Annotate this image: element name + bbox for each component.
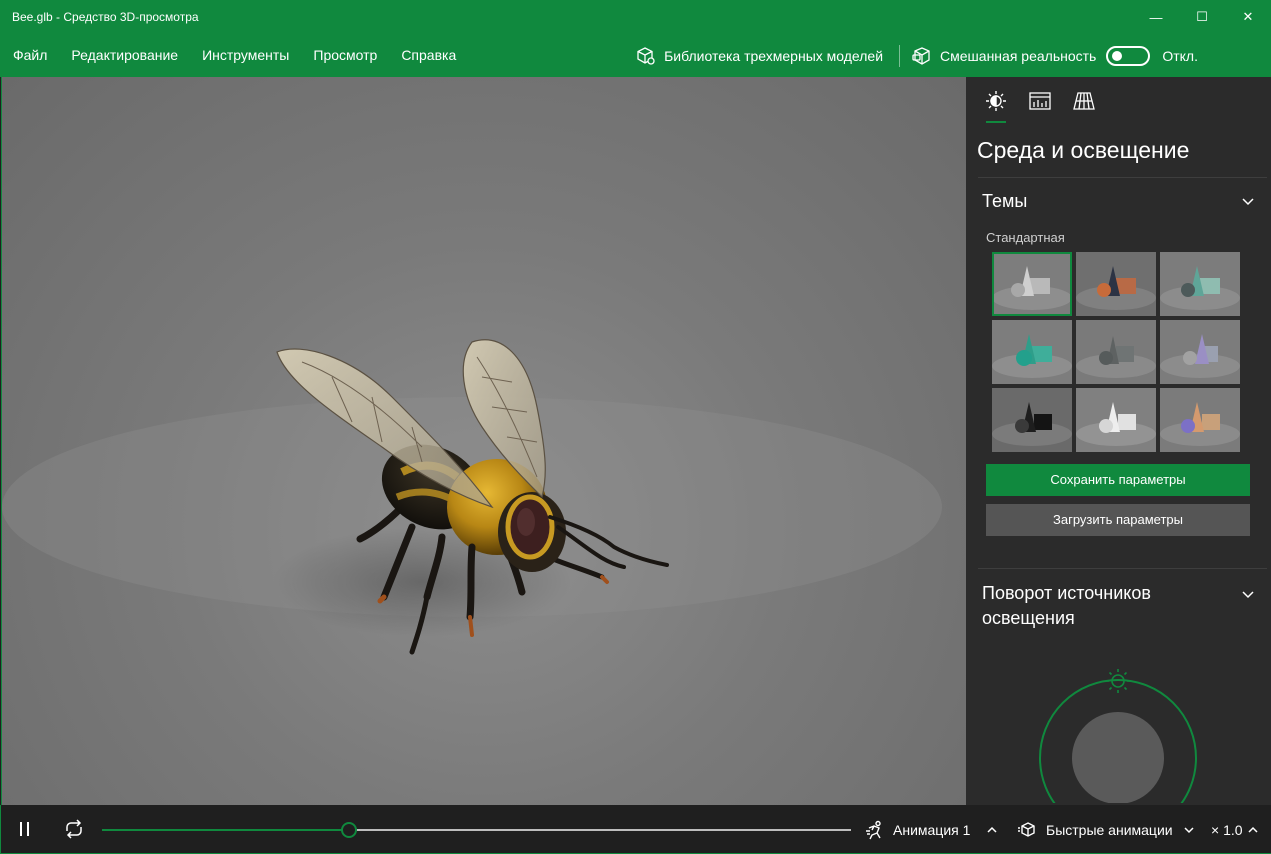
chevron-down-icon[interactable] [1183, 825, 1195, 835]
theme-tile[interactable] [992, 252, 1072, 316]
theme-preview [1160, 320, 1240, 384]
minimize-button[interactable]: — [1133, 0, 1179, 34]
toggle-state-label: Откл. [1162, 47, 1198, 64]
theme-tile[interactable] [1076, 388, 1156, 452]
bee-model [2, 339, 942, 655]
theme-tile[interactable] [1076, 320, 1156, 384]
panel-tabs [966, 77, 1271, 125]
animation-name: Анимация 1 [893, 821, 971, 838]
menu-bar: Файл Редактирование Инструменты Просмотр… [0, 34, 1271, 77]
model-viewport[interactable] [1, 77, 966, 805]
mixed-reality-group: Смешанная реальность Откл. [912, 45, 1271, 66]
slider-thumb[interactable] [341, 822, 358, 838]
light-rotation-label: Поворот источников освещения [982, 583, 1151, 628]
theme-preview [992, 388, 1072, 452]
animation-bar: Анимация 1 Быстрые анимации × 1.0 [0, 805, 1271, 854]
environment-panel: Среда и освещение Темы Стандартная Сохра… [966, 77, 1271, 805]
animation-select[interactable]: Анимация 1 [865, 805, 1006, 854]
speed-select[interactable]: × 1.0 [1211, 805, 1267, 854]
loop-icon [66, 819, 82, 839]
theme-preview [1076, 252, 1156, 316]
theme-preview [992, 320, 1072, 384]
theme-tile[interactable] [992, 320, 1072, 384]
theme-preview [1160, 252, 1240, 316]
maximize-icon: ☐ [1196, 9, 1208, 24]
themes-subheader: Стандартная [986, 230, 1065, 245]
stats-chart-icon [1029, 92, 1051, 110]
themes-header[interactable]: Темы [966, 178, 1271, 224]
mixed-reality-toggle[interactable] [1106, 45, 1151, 66]
theme-tile[interactable] [1076, 252, 1156, 316]
library-button[interactable]: Библиотека трехмерных моделей [636, 46, 883, 66]
load-settings-button[interactable]: Загрузить параметры [986, 504, 1250, 536]
menu-edit[interactable]: Редактирование [59, 34, 190, 77]
tab-mesh[interactable] [1062, 77, 1106, 125]
menu-tools[interactable]: Инструменты [190, 34, 301, 77]
light-rotation-header[interactable]: Поворот источников освещения [966, 569, 1271, 643]
theme-tile[interactable] [992, 388, 1072, 452]
pause-icon [20, 822, 29, 836]
window-title: Bee.glb - Средство 3D-просмотра [12, 10, 199, 24]
pause-button[interactable] [17, 820, 33, 838]
cube-library-icon [637, 46, 655, 65]
loop-button[interactable] [63, 819, 85, 839]
save-settings-button[interactable]: Сохранить параметры [986, 464, 1250, 496]
menu-divider [899, 44, 901, 67]
chevron-down-icon [1242, 591, 1254, 599]
menu-file[interactable]: Файл [0, 34, 59, 77]
library-label: Библиотека трехмерных моделей [664, 47, 884, 64]
theme-tile[interactable] [1160, 252, 1240, 316]
menu-view[interactable]: Просмотр [301, 34, 389, 77]
theme-preview [992, 252, 1072, 316]
minimize-icon: — [1149, 9, 1163, 25]
theme-preview [1160, 388, 1240, 452]
themes-grid [966, 252, 1271, 452]
themes-header-label: Темы [982, 190, 1028, 211]
quick-animations-select[interactable]: Быстрые анимации [1018, 805, 1203, 854]
close-icon: ✕ [1242, 9, 1254, 24]
tab-environment[interactable] [974, 77, 1018, 125]
chevron-down-icon [1242, 198, 1254, 206]
light-rotation-control[interactable] [966, 643, 1271, 805]
tab-stats[interactable] [1018, 77, 1062, 125]
animation-slider[interactable] [102, 822, 851, 838]
mixed-reality-label: Смешанная реальность [940, 47, 1097, 64]
sun-environment-icon [986, 91, 1006, 111]
panel-title: Среда и освещение [977, 137, 1190, 163]
theme-preview [1076, 388, 1156, 452]
close-button[interactable]: ✕ [1225, 0, 1271, 34]
mesh-grid-icon [1073, 92, 1095, 110]
title-bar: Bee.glb - Средство 3D-просмотра — ☐ ✕ [0, 0, 1271, 34]
cube-animation-icon [1018, 821, 1035, 837]
theme-tile[interactable] [1160, 320, 1240, 384]
chevron-up-icon[interactable] [986, 825, 998, 835]
running-figure-icon [866, 820, 881, 839]
menu-help[interactable]: Справка [389, 34, 468, 77]
chevron-up-icon[interactable] [1247, 825, 1259, 835]
theme-tile[interactable] [1160, 388, 1240, 452]
theme-preview [1076, 320, 1156, 384]
speed-value: × 1.0 [1211, 821, 1243, 838]
quick-animations-label: Быстрые анимации [1046, 821, 1173, 838]
mixed-reality-icon [912, 46, 930, 65]
maximize-button[interactable]: ☐ [1179, 0, 1225, 34]
